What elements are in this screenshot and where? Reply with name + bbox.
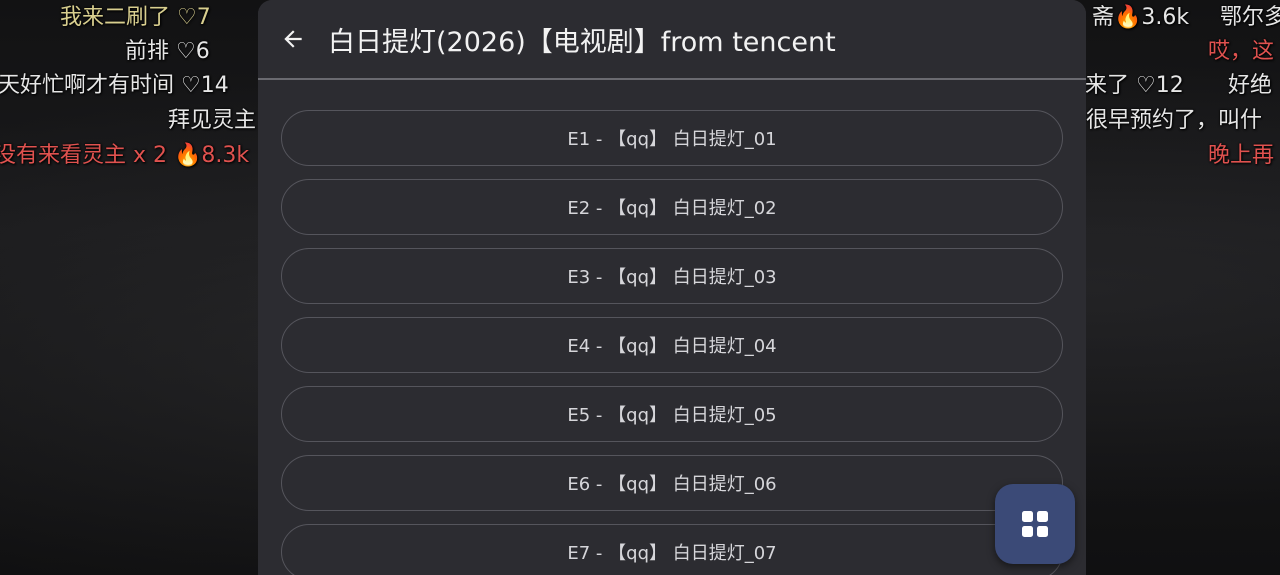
danmaku-comment: 晚上再 xyxy=(1208,143,1275,168)
danmaku-comment: 很早预约了，叫什 xyxy=(1086,108,1263,133)
episode-list: E1 - 【qq】 白日提灯_01 E2 - 【qq】 白日提灯_02 E3 -… xyxy=(281,110,1063,575)
page-title: 白日提灯(2026)【电视剧】from tencent xyxy=(328,26,836,58)
episode-label: E3 - 【qq】 白日提灯_03 xyxy=(567,267,777,288)
episode-label: E1 - 【qq】 白日提灯_01 xyxy=(567,129,777,150)
episode-label: E2 - 【qq】 白日提灯_02 xyxy=(567,198,777,219)
episode-label: E6 - 【qq】 白日提灯_06 xyxy=(567,474,777,495)
episode-label: E7 - 【qq】 白日提灯_07 xyxy=(567,543,777,564)
back-button[interactable] xyxy=(276,22,310,56)
sheet-header: 白日提灯(2026)【电视剧】from tencent xyxy=(258,0,1086,80)
episode-sheet: 白日提灯(2026)【电视剧】from tencent E1 - 【qq】 白日… xyxy=(258,0,1086,575)
video-player-background: 我来二刷了 ♡7 前排 ♡6 天好忙啊才有时间 ♡14 拜见灵主没有来看灵主 x 2 … xyxy=(0,0,1280,575)
episode-item-e7[interactable]: E7 - 【qq】 白日提灯_07 xyxy=(281,524,1063,575)
grid-menu-button[interactable] xyxy=(995,484,1075,564)
episode-item-e2[interactable]: E2 - 【qq】 白日提灯_02 xyxy=(281,179,1063,235)
danmaku-comment: 哎，这 xyxy=(1208,39,1275,64)
episode-item-e6[interactable]: E6 - 【qq】 白日提灯_06 xyxy=(281,455,1063,511)
danmaku-comment: 来了 ♡12 xyxy=(1085,73,1184,98)
danmaku-comment: 天好忙啊才有时间 ♡14 xyxy=(0,73,229,98)
danmaku-comment: 我来二刷了 ♡7 xyxy=(60,5,211,30)
danmaku-comment: 好绝 xyxy=(1228,73,1273,98)
danmaku-comment: 拜见灵主 xyxy=(168,108,257,133)
danmaku-comment: 鄂尔多 xyxy=(1220,5,1280,30)
episode-item-e5[interactable]: E5 - 【qq】 白日提灯_05 xyxy=(281,386,1063,442)
danmaku-comment: 没有来看灵主 x 2 🔥8.3k xyxy=(0,143,250,168)
danmaku-comment: 前排 ♡6 xyxy=(125,39,210,64)
episode-item-e4[interactable]: E4 - 【qq】 白日提灯_04 xyxy=(281,317,1063,373)
danmaku-comment: 斋🔥3.6k xyxy=(1092,5,1190,30)
arrow-left-icon xyxy=(284,30,302,48)
grid-icon xyxy=(1022,511,1048,537)
episode-label: E4 - 【qq】 白日提灯_04 xyxy=(567,336,777,357)
episode-item-e1[interactable]: E1 - 【qq】 白日提灯_01 xyxy=(281,110,1063,166)
episode-label: E5 - 【qq】 白日提灯_05 xyxy=(567,405,777,426)
episode-item-e3[interactable]: E3 - 【qq】 白日提灯_03 xyxy=(281,248,1063,304)
